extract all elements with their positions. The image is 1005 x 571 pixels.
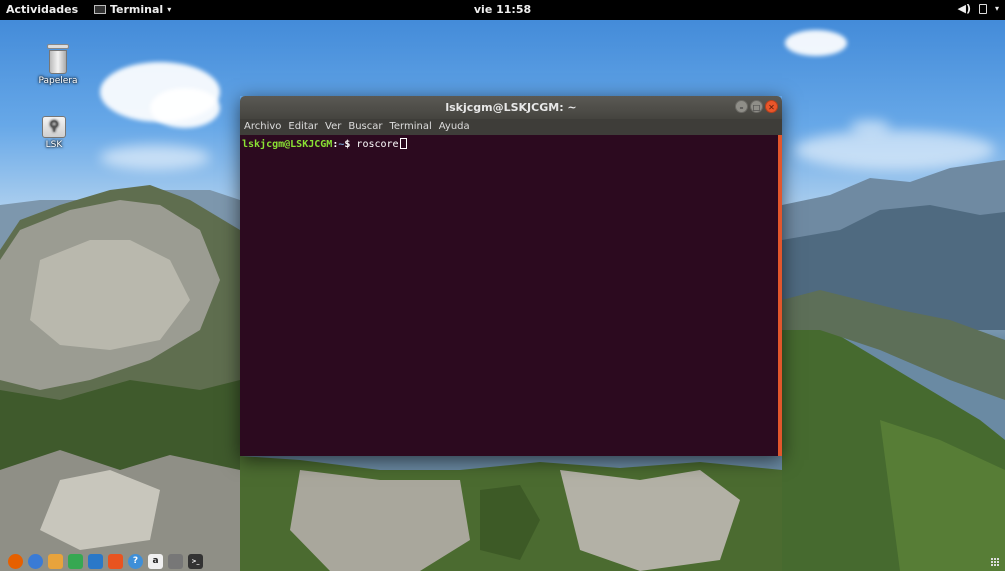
help-icon[interactable]: ? [128, 554, 143, 569]
app-menu-terminal[interactable]: Terminal ▾ [94, 3, 171, 16]
menu-ayuda[interactable]: Ayuda [439, 119, 470, 135]
scrollbar[interactable] [778, 135, 782, 456]
show-applications-button[interactable] [990, 557, 999, 566]
prompt-line: lskjcgm@LSKJCGM:~$ roscore [242, 138, 407, 150]
terminal-menubar: Archivo Editar Ver Buscar Terminal Ayuda [240, 119, 782, 135]
window-titlebar[interactable]: lskjcgm@LSKJCGM: ~ – □ ✕ [240, 96, 782, 119]
amazon-icon[interactable]: a [148, 554, 163, 569]
settings-icon[interactable] [168, 554, 183, 569]
menu-archivo[interactable]: Archivo [244, 119, 281, 135]
desktop-icon-trash[interactable]: Papelera [26, 44, 90, 86]
activities-button[interactable]: Actividades [6, 3, 78, 16]
volume-icon[interactable]: ◀) [957, 2, 971, 15]
desktop-icon-lsk[interactable]: ⚲ LSK [22, 116, 86, 150]
terminal-output[interactable]: lskjcgm@LSKJCGM:~$ roscore [240, 135, 778, 456]
app-menu-label: Terminal [110, 3, 164, 16]
menu-ver[interactable]: Ver [325, 119, 341, 135]
dock: ? a >_ [8, 553, 203, 570]
chromium-icon[interactable] [28, 554, 43, 569]
typed-command: roscore [356, 139, 399, 150]
prompt-user: lskjcgm@LSKJCGM [242, 139, 333, 150]
prompt-dollar: $ [344, 139, 357, 150]
terminal-app-icon [94, 5, 106, 14]
software-center-icon[interactable] [108, 554, 123, 569]
menu-buscar[interactable]: Buscar [348, 119, 382, 135]
trash-icon [47, 44, 69, 74]
minimize-button[interactable]: – [735, 100, 748, 113]
usb-drive-icon: ⚲ [42, 116, 66, 138]
libreoffice-writer-icon[interactable] [88, 554, 103, 569]
close-button[interactable]: ✕ [765, 100, 778, 113]
top-panel: Actividades Terminal ▾ vie 11:58 ◀) ▾ [0, 0, 1005, 20]
desktop-icon-label: LSK [45, 140, 63, 150]
firefox-icon[interactable] [8, 554, 23, 569]
menu-editar[interactable]: Editar [288, 119, 318, 135]
maximize-button[interactable]: □ [750, 100, 763, 113]
text-cursor [399, 138, 407, 149]
libreoffice-calc-icon[interactable] [68, 554, 83, 569]
terminal-window[interactable]: lskjcgm@LSKJCGM: ~ – □ ✕ Archivo Editar … [240, 96, 782, 456]
system-tray[interactable]: ◀) ▾ [957, 2, 999, 15]
battery-icon[interactable] [978, 3, 987, 14]
terminal-icon[interactable]: >_ [188, 554, 203, 569]
clock[interactable]: vie 11:58 [474, 3, 531, 16]
system-menu-arrow-icon[interactable]: ▾ [995, 4, 999, 13]
files-icon[interactable] [48, 554, 63, 569]
window-title: lskjcgm@LSKJCGM: ~ [445, 101, 577, 114]
menu-terminal[interactable]: Terminal [389, 119, 431, 135]
chevron-down-icon: ▾ [167, 5, 172, 14]
desktop-icon-label: Papelera [38, 76, 78, 86]
